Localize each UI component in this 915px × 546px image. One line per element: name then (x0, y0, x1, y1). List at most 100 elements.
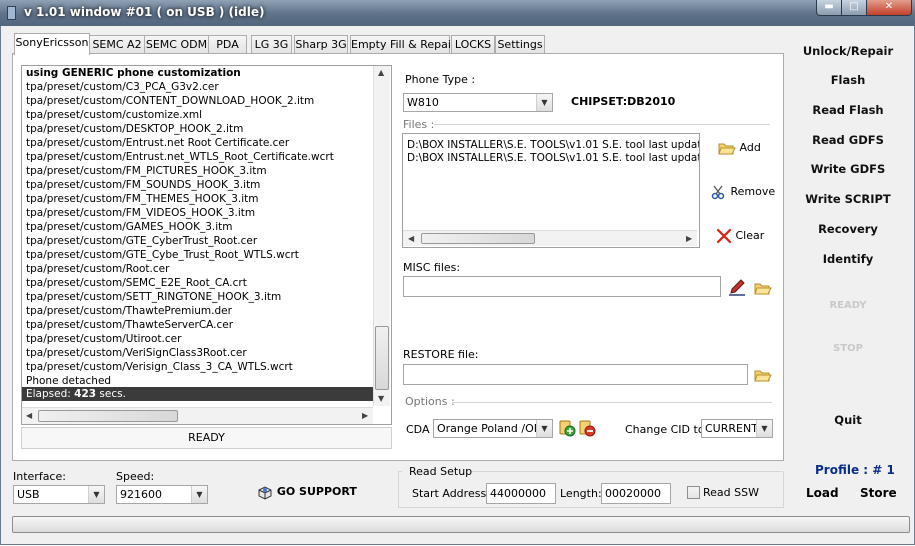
add-label: Add (739, 141, 761, 154)
speed-select[interactable]: 921600 ▼ (116, 485, 208, 504)
go-support-button[interactable]: GO SUPPORT (257, 484, 357, 500)
log-vertical-scrollbar[interactable]: ▲ ▼ (373, 66, 390, 406)
tab-semc-odm[interactable]: SEMC ODM (144, 35, 209, 54)
profile-store-button[interactable]: Store (860, 486, 897, 500)
write-script-button[interactable]: Write SCRIPT (793, 192, 903, 206)
start-address-input[interactable]: 44000000 (486, 483, 556, 504)
support-box-icon (258, 486, 272, 500)
tab-empty-fill-repair[interactable]: Empty Fill & Repair (350, 35, 455, 54)
minimize-button[interactable]: ▬ (816, 0, 842, 16)
maximize-button[interactable]: □ (841, 0, 867, 16)
chevron-down-icon[interactable]: ▼ (536, 420, 552, 437)
flash-button[interactable]: Flash (793, 73, 903, 87)
remove-files-button[interactable]: Remove (711, 182, 775, 202)
log-line: Phone detached (26, 375, 112, 387)
log-line: tpa/preset/custom/FM_VIDEOS_HOOK_3.itm (26, 207, 256, 219)
read-setup-divider-left (398, 471, 402, 472)
unlock-repair-button[interactable]: Unlock/Repair (793, 44, 903, 58)
log-horizontal-scrollbar[interactable]: ◀ ▶ (22, 407, 373, 424)
misc-files-input[interactable] (403, 276, 721, 297)
profile-label: Profile : (815, 463, 869, 477)
files-hscroll-thumb[interactable] (421, 233, 535, 244)
log-header: using GENERIC phone customization (26, 67, 241, 79)
file-item[interactable]: D:\BOX INSTALLER\S.E. TOOLS\v1.01 S.E. t… (407, 152, 699, 164)
read-ssw-label: Read SSW (703, 486, 759, 499)
log-line: tpa/preset/custom/Verisign_Class_3_CA_WT… (26, 361, 293, 373)
tab-sharp-3g[interactable]: Sharp 3G (294, 35, 348, 54)
window-title: v 1.01 window #01 ( on USB ) (idle) (24, 5, 265, 19)
log-hscroll-thumb[interactable] (38, 410, 178, 422)
profile-load-button[interactable]: Load (806, 486, 839, 500)
tab-sonyericsson[interactable]: SonyEricsson (14, 33, 90, 55)
log-line: tpa/preset/custom/Entrust.net Root Certi… (26, 137, 290, 149)
chevron-down-icon[interactable]: ▼ (191, 486, 207, 503)
misc-files-label: MISC files: (403, 261, 461, 274)
app-icon (7, 6, 16, 20)
identify-button[interactable]: Identify (793, 252, 903, 266)
ready-button: READY (829, 300, 867, 311)
files-horizontal-scrollbar[interactable]: ◀ ▶ (403, 230, 697, 246)
chevron-down-icon[interactable]: ▼ (756, 420, 772, 437)
files-label: Files : (403, 118, 435, 131)
add-files-button[interactable]: Add (718, 138, 761, 158)
options-group-divider (452, 402, 772, 403)
cda-label: CDA (406, 423, 430, 436)
read-setup-divider-right (471, 471, 782, 472)
progress-bar (12, 516, 910, 533)
scroll-right-icon[interactable]: ▶ (686, 235, 692, 243)
scroll-right-icon[interactable]: ▶ (362, 412, 368, 420)
log-line: tpa/preset/custom/FM_PICTURES_HOOK_3.itm (26, 165, 267, 177)
quit-button[interactable]: Quit (793, 413, 903, 427)
log-line: tpa/preset/custom/Root.cer (26, 263, 170, 275)
chevron-down-icon[interactable]: ▼ (88, 486, 104, 503)
interface-select[interactable]: USB ▼ (13, 485, 105, 504)
edit-pencil-icon[interactable] (728, 278, 746, 296)
cda-select[interactable]: Orange Poland /ORA ▼ (433, 419, 553, 438)
folder-open-icon[interactable] (754, 368, 772, 382)
speed-value: 921600 (120, 488, 162, 501)
length-label: Length: (560, 487, 602, 500)
log-line: tpa/preset/custom/VeriSignClass3Root.cer (26, 347, 247, 359)
scroll-left-icon[interactable]: ◀ (26, 412, 32, 420)
log-vscroll-thumb[interactable] (375, 326, 389, 390)
interface-value: USB (17, 488, 40, 501)
elapsed-value: 423 (74, 388, 97, 400)
tab-pda[interactable]: PDA (208, 35, 247, 54)
scissors-icon (711, 185, 725, 200)
tab-lg-3g[interactable]: LG 3G (251, 35, 292, 54)
log-line: tpa/preset/custom/Utiroot.cer (26, 333, 182, 345)
read-ssw-checkbox[interactable] (687, 486, 700, 499)
restore-file-input[interactable] (403, 364, 748, 385)
length-input[interactable]: 00020000 (601, 483, 671, 504)
read-gdfs-button[interactable]: Read GDFS (793, 133, 903, 147)
go-support-label: GO SUPPORT (276, 485, 357, 498)
chevron-down-icon[interactable]: ▼ (536, 94, 552, 111)
scroll-left-icon[interactable]: ◀ (408, 235, 414, 243)
tab-settings[interactable]: Settings (495, 35, 545, 54)
phone-type-select[interactable]: W810 ▼ (403, 93, 553, 112)
tab-semc-a2[interactable]: SEMC A2 (89, 35, 145, 54)
scroll-down-icon[interactable]: ▼ (378, 395, 384, 403)
change-cid-label: Change CID to (625, 423, 705, 436)
change-cid-select[interactable]: CURRENT ▼ (701, 419, 773, 438)
scroll-up-icon[interactable]: ▲ (378, 69, 384, 77)
tab-locks[interactable]: LOCKS (451, 35, 495, 54)
recovery-button[interactable]: Recovery (793, 222, 903, 236)
profile-value: # 1 (872, 463, 895, 477)
write-gdfs-button[interactable]: Write GDFS (793, 162, 903, 176)
elapsed-prefix: Elapsed: (26, 388, 71, 400)
clear-files-button[interactable]: Clear (716, 226, 764, 246)
add-cda-icon[interactable] (558, 419, 576, 437)
file-item[interactable]: D:\BOX INSTALLER\S.E. TOOLS\v1.01 S.E. t… (407, 139, 699, 151)
log-line: tpa/preset/custom/DESKTOP_HOOK_2.itm (26, 123, 244, 135)
log-line: tpa/preset/custom/GAMES_HOOK_3.itm (26, 221, 233, 233)
close-button[interactable]: ✕ (866, 0, 912, 16)
log-list[interactable]: using GENERIC phone customization tpa/pr… (21, 65, 392, 425)
folder-open-icon[interactable] (754, 281, 772, 295)
cid-value: CURRENT (705, 422, 758, 435)
files-list[interactable]: D:\BOX INSTALLER\S.E. TOOLS\v1.01 S.E. t… (402, 133, 700, 248)
read-flash-button[interactable]: Read Flash (793, 103, 903, 117)
log-line: tpa/preset/custom/FM_THEMES_HOOK_3.itm (26, 193, 259, 205)
profile-indicator: Profile : # 1 (815, 463, 895, 477)
remove-cda-icon[interactable] (578, 419, 596, 437)
